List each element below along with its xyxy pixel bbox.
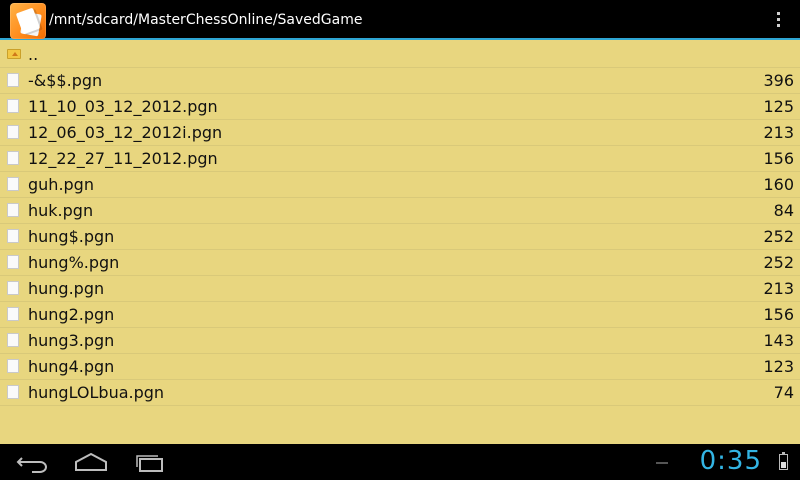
file-list: .. -&$$.pgn 396 11_10_03_12_2012.pgn 125…	[0, 42, 800, 406]
file-row[interactable]: hung4.pgn 123	[0, 354, 800, 380]
current-path-title: /mnt/sdcard/MasterChessOnline/SavedGame	[49, 12, 363, 28]
file-icon	[7, 385, 19, 399]
file-name: hung$.pgn	[28, 227, 115, 246]
file-row[interactable]: hung2.pgn 156	[0, 302, 800, 328]
file-row[interactable]: -&$$.pgn 396	[0, 68, 800, 94]
file-name: -&$$.pgn	[28, 71, 103, 90]
file-row[interactable]: 12_06_03_12_2012i.pgn 213	[0, 120, 800, 146]
file-name: hung.pgn	[28, 279, 105, 298]
file-name: guh.pgn	[28, 175, 94, 194]
file-icon	[7, 359, 19, 373]
file-row[interactable]: hung.pgn 213	[0, 276, 800, 302]
chess-app-icon[interactable]	[10, 3, 46, 39]
folder-up-icon	[7, 49, 21, 59]
back-icon[interactable]	[14, 450, 52, 474]
file-name: 12_22_27_11_2012.pgn	[28, 149, 218, 168]
file-size: 156	[763, 305, 794, 324]
file-icon	[7, 73, 19, 87]
file-icon	[7, 255, 19, 269]
file-icon	[7, 333, 19, 347]
action-bar: /mnt/sdcard/MasterChessOnline/SavedGame	[0, 0, 800, 40]
parent-directory-row[interactable]: ..	[0, 42, 800, 68]
file-name: huk.pgn	[28, 201, 94, 220]
file-row[interactable]: hung3.pgn 143	[0, 328, 800, 354]
file-row[interactable]: 12_22_27_11_2012.pgn 156	[0, 146, 800, 172]
file-size: 396	[763, 71, 794, 90]
file-icon	[7, 281, 19, 295]
file-name: 11_10_03_12_2012.pgn	[28, 97, 218, 116]
file-size: 125	[763, 97, 794, 116]
file-name: hungLOLbua.pgn	[28, 383, 165, 402]
file-size: 123	[763, 357, 794, 376]
file-size: 252	[763, 227, 794, 246]
file-name: hung3.pgn	[28, 331, 115, 350]
file-row[interactable]: 11_10_03_12_2012.pgn 125	[0, 94, 800, 120]
file-size: 84	[773, 201, 794, 220]
file-icon	[7, 177, 19, 191]
file-icon	[7, 151, 19, 165]
clock[interactable]: 0:35	[700, 446, 762, 476]
file-size: 160	[763, 175, 794, 194]
file-size: 74	[773, 383, 794, 402]
notification-indicator-icon[interactable]	[656, 462, 668, 464]
battery-charging-icon[interactable]	[779, 452, 788, 470]
file-size: 252	[763, 253, 794, 272]
file-icon	[7, 307, 19, 321]
file-icon	[7, 229, 19, 243]
file-size: 213	[763, 279, 794, 298]
file-size: 213	[763, 123, 794, 142]
file-row[interactable]: hung$.pgn 252	[0, 224, 800, 250]
parent-directory-label: ..	[28, 45, 39, 64]
file-size: 143	[763, 331, 794, 350]
file-icon	[7, 203, 19, 217]
file-name: hung4.pgn	[28, 357, 115, 376]
recent-apps-icon[interactable]	[130, 450, 168, 474]
home-icon[interactable]	[72, 450, 110, 474]
file-row[interactable]: huk.pgn 84	[0, 198, 800, 224]
overflow-menu-icon[interactable]	[772, 12, 784, 30]
file-row[interactable]: guh.pgn 160	[0, 172, 800, 198]
file-name: 12_06_03_12_2012i.pgn	[28, 123, 223, 142]
file-row[interactable]: hungLOLbua.pgn 74	[0, 380, 800, 406]
file-name: hung2.pgn	[28, 305, 115, 324]
file-row[interactable]: hung%.pgn 252	[0, 250, 800, 276]
file-size: 156	[763, 149, 794, 168]
file-name: hung%.pgn	[28, 253, 120, 272]
system-bar: 0:35	[0, 444, 800, 480]
file-icon	[7, 125, 19, 139]
file-icon	[7, 99, 19, 113]
